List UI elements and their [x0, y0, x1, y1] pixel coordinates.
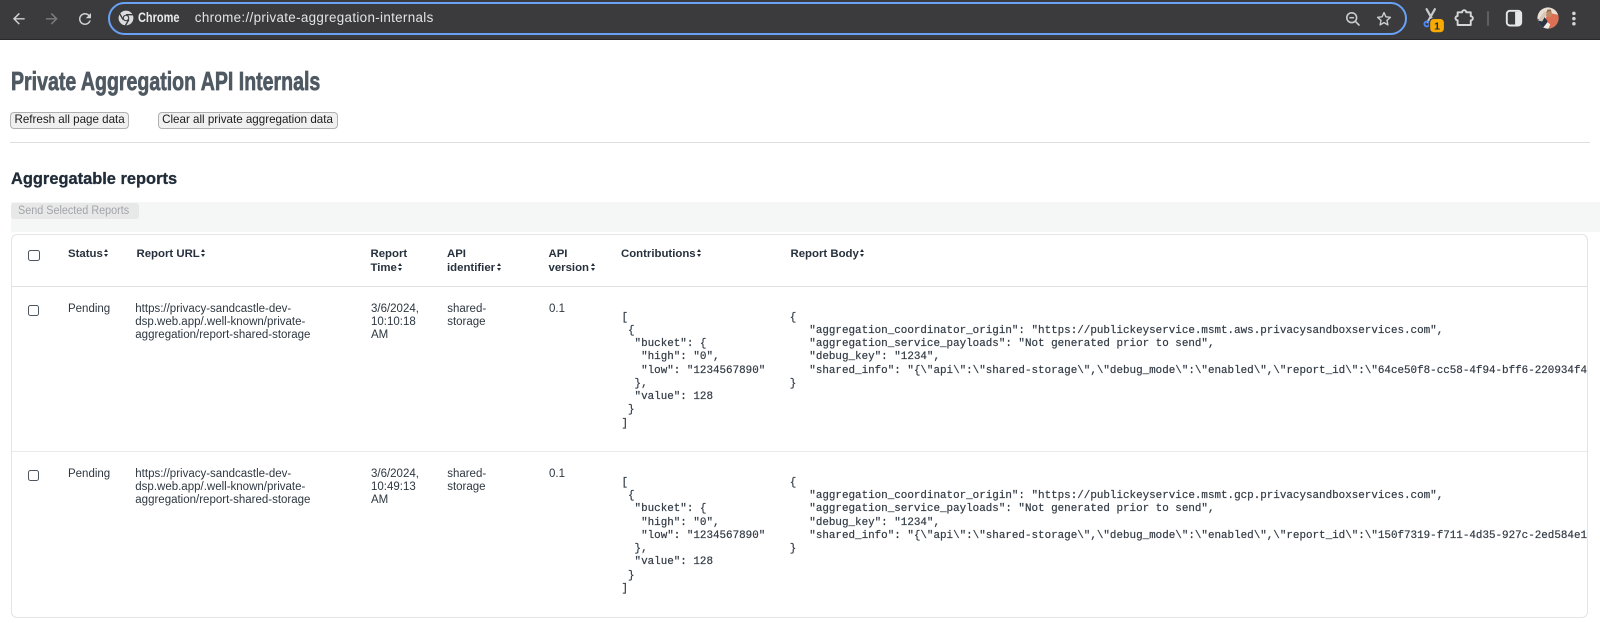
svg-text:1: 1 — [1434, 21, 1440, 33]
